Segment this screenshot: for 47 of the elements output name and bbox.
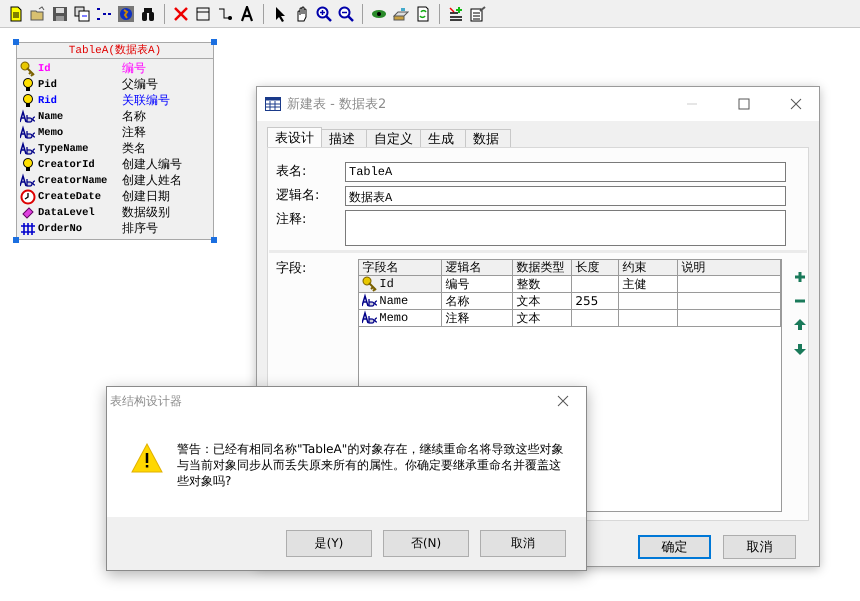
table-cell: 主健 [622, 276, 646, 292]
table-cell: 编号 [445, 276, 470, 292]
column-header: 数据类型 [513, 260, 572, 275]
column-header: 约束 [619, 260, 678, 275]
column-header: 逻辑名 [442, 260, 514, 275]
field-name: TypeName [20, 140, 122, 156]
field-label: 排序号 [122, 220, 159, 237]
dialog-title: 表结构设计器 [110, 392, 182, 410]
field-name: Id [20, 60, 122, 76]
field-label: 表名: [276, 163, 308, 181]
field-name: Rid [20, 92, 122, 108]
field-name: DataLevel [20, 204, 122, 220]
table-cell: 255 [575, 294, 598, 308]
field-label: 创建人编号 [122, 156, 183, 173]
field-label: 创建人姓名 [122, 172, 183, 189]
field-label: 数据级别 [122, 204, 171, 221]
field-name: CreatorId [20, 156, 122, 172]
table-cell: 名称 [445, 294, 470, 308]
field-name: CreateDate [20, 188, 122, 204]
field-label: 逻辑名: [276, 187, 320, 205]
field-label: 名称 [122, 108, 147, 125]
field-label: 父编号 [122, 76, 159, 93]
column-header: 说明 [678, 260, 781, 275]
field-name: Memo [20, 124, 122, 140]
table-cell: 文本 [516, 310, 540, 326]
table-cell: 整数 [516, 276, 540, 292]
fields-label: 字段: [276, 260, 306, 278]
field-name: Pid [20, 76, 122, 92]
field-label: 创建日期 [122, 188, 171, 205]
table-cell: Memo [379, 310, 408, 326]
table-cell: 文本 [516, 294, 540, 308]
field-label: 类名 [122, 140, 147, 157]
field-label: 编号 [122, 60, 147, 77]
field-name: Name [20, 108, 122, 124]
warning-message: 警告：已经有相同名称"TableA"的对象存在，继续重命名将导致这些对象与当前对象同步从而丢失原来所有的属性。你确定要继承重命名并覆盖这些对象吗? [177, 441, 564, 490]
field-label: 注释: [276, 211, 308, 229]
window-title: 新建表 - 数据表2 [287, 96, 388, 113]
field-name: CreatorName [20, 172, 122, 188]
table-cell: 注释 [445, 310, 470, 326]
column-header: 长度 [572, 260, 620, 275]
table-cell: Id [379, 276, 394, 292]
column-header: 字段名 [359, 260, 442, 275]
field-name: OrderNo [20, 220, 122, 236]
table-cell: Name [379, 294, 408, 308]
field-label: 关联编号 [122, 92, 171, 109]
field-label: 注释 [122, 124, 147, 141]
entity-title: TableA(数据表A) [17, 43, 213, 59]
